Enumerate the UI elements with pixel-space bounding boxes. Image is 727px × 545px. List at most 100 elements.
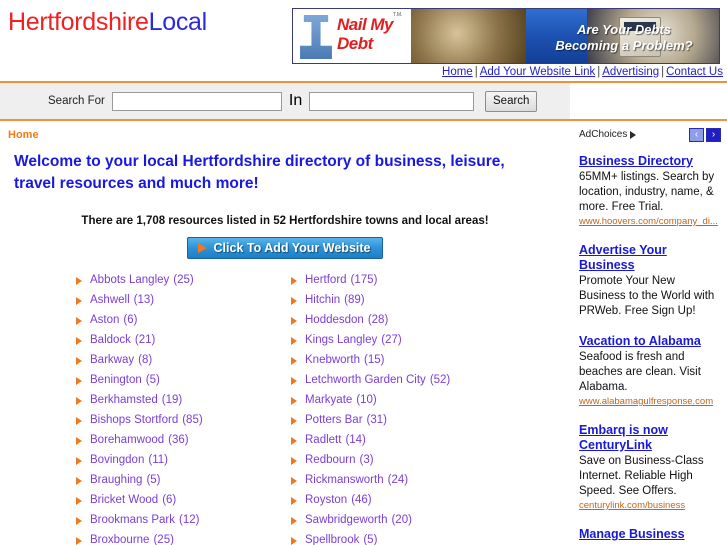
town-link[interactable]: Ashwell [90,294,130,306]
ad-url[interactable]: www.alabamagulfresponse.com [579,395,721,408]
add-website-button[interactable]: Click To Add Your Website [186,237,384,259]
town-count: (28) [367,314,389,326]
town-link[interactable]: Radlett [305,434,341,446]
town-link[interactable]: Barkway [90,354,134,366]
town-link[interactable]: Brookmans Park [90,514,175,526]
list-item[interactable]: Redbourn (3) [291,453,506,467]
banner-advertisement[interactable]: Nail My Debt T.M. Are Your Debts Becomin… [292,8,720,64]
list-item[interactable]: Markyate (10) [291,393,506,407]
banner-brand-line2: Debt [337,34,373,53]
town-link[interactable]: Braughing [90,474,142,486]
ad-url[interactable]: centurylink.com/business [579,499,721,512]
list-item[interactable]: Bovingdon (11) [76,453,291,467]
resource-count-text: There are 1,708 resources listed in 52 H… [81,215,489,227]
town-link[interactable]: Letchworth Garden City [305,374,426,386]
search-keyword-input[interactable] [111,91,282,111]
list-item[interactable]: Ashwell (13) [76,293,291,307]
town-link[interactable]: Broxbourne [90,534,149,545]
list-item[interactable]: Rickmansworth (24) [291,473,506,487]
town-link[interactable]: Bricket Wood [90,494,158,506]
list-item[interactable]: Baldock (21) [76,333,291,347]
list-item[interactable]: Aston (6) [76,313,291,327]
ad-title[interactable]: Business Directory [579,154,721,169]
search-bar: Search For In Search [0,83,570,119]
town-link[interactable]: Benington [90,374,142,386]
site-logo[interactable]: HertfordshireLocal [8,8,207,37]
town-directory: Abbots Langley (25) Ashwell (13) Aston (6) … [0,259,570,545]
town-link[interactable]: Borehamwood [90,434,164,446]
list-item[interactable]: Berkhamsted (19) [76,393,291,407]
list-item[interactable]: Hoddesdon (28) [291,313,506,327]
town-link[interactable]: Rickmansworth [305,474,384,486]
town-count: (8) [138,354,153,366]
list-item[interactable]: Brookmans Park (12) [76,513,291,527]
town-link[interactable]: Royston [305,494,347,506]
adchoices-label[interactable]: AdChoices [579,129,637,140]
breadcrumb[interactable]: Home [0,121,570,141]
list-item[interactable]: Spellbrook (5) [291,533,506,545]
nav-separator-1: | [474,66,478,78]
banner-wallet-image [411,9,526,63]
sidebar-ad: Advertise Your Business Promote Your New… [579,243,721,319]
ad-url[interactable]: www.hoovers.com/company_di... [579,215,721,228]
list-item[interactable]: Letchworth Garden City (52) [291,373,506,387]
ad-title[interactable]: Advertise Your Business [579,243,721,273]
town-count: (15) [363,354,385,366]
town-link[interactable]: Aston [90,314,119,326]
list-item[interactable]: Barkway (8) [76,353,291,367]
list-item[interactable]: Abbots Langley (25) [76,273,291,287]
list-item[interactable]: Bricket Wood (6) [76,493,291,507]
list-item[interactable]: Hertford (175) [291,273,506,287]
list-item[interactable]: Benington (5) [76,373,291,387]
list-item[interactable]: Braughing (5) [76,473,291,487]
town-link[interactable]: Hitchin [305,294,340,306]
town-link[interactable]: Kings Langley [305,334,377,346]
list-item[interactable]: Bishops Stortford (85) [76,413,291,427]
list-item[interactable]: Radlett (14) [291,433,506,447]
list-item[interactable]: Kings Langley (27) [291,333,506,347]
nav-link-add-website[interactable]: Add Your Website Link [480,66,596,78]
adchoices-text: AdChoices [579,129,628,140]
search-location-input[interactable] [309,91,475,111]
page-title: Welcome to your local Hertfordshire dire… [14,153,505,192]
nav-link-home[interactable]: Home [442,66,473,78]
town-link[interactable]: Sawbridgeworth [305,514,387,526]
town-link[interactable]: Hoddesdon [305,314,364,326]
town-link[interactable]: Hertford [305,274,347,286]
town-link[interactable]: Spellbrook [305,534,359,545]
town-count: (52) [429,374,451,386]
ad-title[interactable]: Embarq is now CenturyLink [579,423,721,453]
chevron-right-icon[interactable]: › [706,127,721,142]
town-link[interactable]: Markyate [305,394,352,406]
list-item[interactable]: Potters Bar (31) [291,413,506,427]
town-count: (5) [145,374,160,386]
page-root: HertfordshireLocal Nail My Debt T.M. Are… [0,0,727,545]
search-button[interactable]: Search [485,90,538,112]
ad-body: 65MM+ listings. Search by location, indu… [579,171,715,213]
banner-headline-line2: Becoming a Problem? [555,38,693,53]
chevron-left-icon[interactable]: ‹ [689,127,704,142]
town-link[interactable]: Bovingdon [90,454,144,466]
town-count: (46) [351,494,372,506]
town-link[interactable]: Knebworth [305,354,360,366]
ad-title[interactable]: Manage Business [579,527,721,542]
town-link[interactable]: Abbots Langley [90,274,169,286]
town-link[interactable]: Redbourn [305,454,356,466]
list-item[interactable]: Knebworth (15) [291,353,506,367]
town-link[interactable]: Bishops Stortford [90,414,178,426]
ad-title[interactable]: Vacation to Alabama [579,334,721,349]
town-link[interactable]: Baldock [90,334,131,346]
list-item[interactable]: Borehamwood (36) [76,433,291,447]
list-item[interactable]: Hitchin (89) [291,293,506,307]
nav-link-contact-us[interactable]: Contact Us [666,66,723,78]
list-item[interactable]: Sawbridgeworth (20) [291,513,506,527]
list-item[interactable]: Royston (46) [291,493,506,507]
list-item[interactable]: Broxbourne (25) [76,533,291,545]
town-link[interactable]: Potters Bar [305,414,363,426]
town-count: (5) [146,474,161,486]
town-count: (175) [350,274,378,286]
town-link[interactable]: Berkhamsted [90,394,158,406]
nav-link-advertising[interactable]: Advertising [602,66,659,78]
banner-brand-line1: Nail My [337,15,394,34]
town-count: (6) [123,314,138,326]
